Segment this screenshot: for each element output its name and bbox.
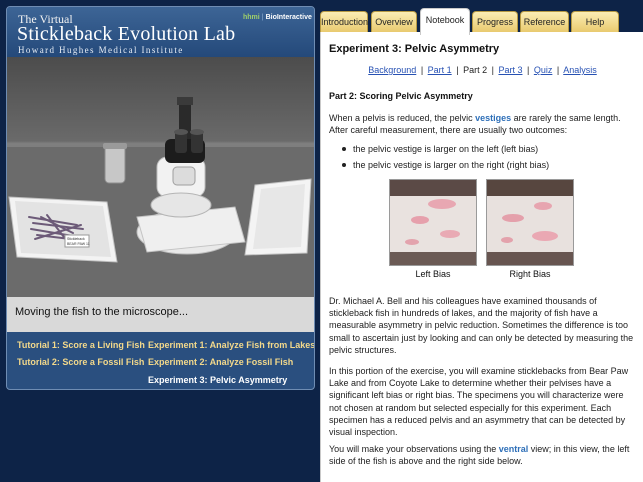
tutorial-2-link[interactable]: Tutorial 2: Score a Fossil Fish <box>17 357 144 367</box>
breadcrumb-part-2-current: Part 2 <box>463 65 488 75</box>
slide-label-line1: Stickleback <box>67 237 85 241</box>
intro-paragraph: When a pelvis is reduced, the pelvic ves… <box>329 112 637 136</box>
tab-progress[interactable]: Progress <box>472 11 518 32</box>
hhmi-logo-text: hhmi <box>243 14 260 21</box>
logo-separator: | <box>261 14 264 21</box>
breadcrumb-part-3[interactable]: Part 3 <box>498 65 522 75</box>
lab-panel: The Virtual Stickleback Evolution Lab Ho… <box>6 6 315 390</box>
biointeractive-logo-text: BioInteractive <box>265 14 312 21</box>
exercise-paragraph: In this portion of the exercise, you wil… <box>329 366 629 438</box>
tab-notebook[interactable]: Notebook <box>420 8 470 35</box>
breadcrumb-quiz[interactable]: Quiz <box>534 65 553 75</box>
tab-reference[interactable]: Reference <box>520 11 569 32</box>
left-bias-label: Left Bias <box>415 269 451 279</box>
experiment-3-link[interactable]: Experiment 3: Pelvic Asymmetry <box>148 375 287 385</box>
lab-title: Stickleback Evolution Lab <box>17 23 236 45</box>
scene-caption-bar: Moving the fish to the microscope... <box>7 297 314 332</box>
scene-caption: Moving the fish to the microscope... <box>15 306 189 318</box>
tab-overview[interactable]: Overview <box>371 11 417 32</box>
ventral-paragraph: You will make your observations using th… <box>329 443 637 467</box>
outcome-list: the pelvic vestige is larger on the left… <box>329 143 629 175</box>
list-item: the pelvic vestige is larger on the left… <box>329 143 629 159</box>
list-item: the pelvic vestige is larger on the righ… <box>329 159 629 175</box>
breadcrumb: Background | Part 1 | Part 2 | Part 3 | … <box>321 65 643 75</box>
fish-pelvis-image-icon <box>390 180 476 265</box>
part-title: Part 2: Scoring Pelvic Asymmetry <box>329 91 473 101</box>
tab-introduction[interactable]: Introduction <box>320 11 368 32</box>
breadcrumb-separator: | <box>420 65 424 75</box>
breadcrumb-part-1[interactable]: Part 1 <box>428 65 452 75</box>
breadcrumb-separator: | <box>491 65 494 75</box>
experiment-2-link[interactable]: Experiment 2: Analyze Fossil Fish <box>148 357 293 367</box>
research-paragraph: Dr. Michael A. Bell and his colleagues h… <box>329 296 634 355</box>
notebook-content[interactable]: Experiment 3: Pelvic Asymmetry Backgroun… <box>320 32 643 482</box>
vestiges-keyword[interactable]: vestiges <box>475 113 511 123</box>
intro-text-before: When a pelvis is reduced, the pelvic <box>329 113 476 123</box>
lab-header: The Virtual Stickleback Evolution Lab Ho… <box>7 7 314 57</box>
microscope-scene-icon: Stickleback BEAR PAW 11 <box>7 97 314 297</box>
experiment-1-link[interactable]: Experiment 1: Analyze Fish from Lakes <box>148 340 314 350</box>
ventral-keyword[interactable]: ventral <box>499 444 529 454</box>
breadcrumb-background[interactable]: Background <box>368 65 416 75</box>
tab-help[interactable]: Help <box>571 11 619 32</box>
ventral-text-before: You will make your observations using th… <box>329 444 499 454</box>
left-bias-photo <box>389 179 477 266</box>
breadcrumb-separator: | <box>526 65 530 75</box>
breadcrumb-analysis[interactable]: Analysis <box>563 65 597 75</box>
fish-pelvis-image-icon <box>487 180 573 265</box>
breadcrumb-separator: | <box>556 65 560 75</box>
slide-label-line2: BEAR PAW 11 <box>67 242 90 246</box>
lab-scene: Stickleback BEAR PAW 11 <box>7 57 314 297</box>
notebook-tabs: Introduction Overview Notebook Progress … <box>320 8 643 35</box>
experiment-title: Experiment 3: Pelvic Asymmetry <box>329 43 500 55</box>
tutorial-1-link[interactable]: Tutorial 1: Score a Living Fish <box>17 340 145 350</box>
lab-subtitle: Howard Hughes Medical Institute <box>18 45 184 55</box>
right-bias-label: Right Bias <box>509 269 551 279</box>
right-bias-photo <box>486 179 574 266</box>
biointeractive-logo: hhmi | BioInteractive <box>243 14 312 21</box>
breadcrumb-separator: | <box>456 65 459 75</box>
